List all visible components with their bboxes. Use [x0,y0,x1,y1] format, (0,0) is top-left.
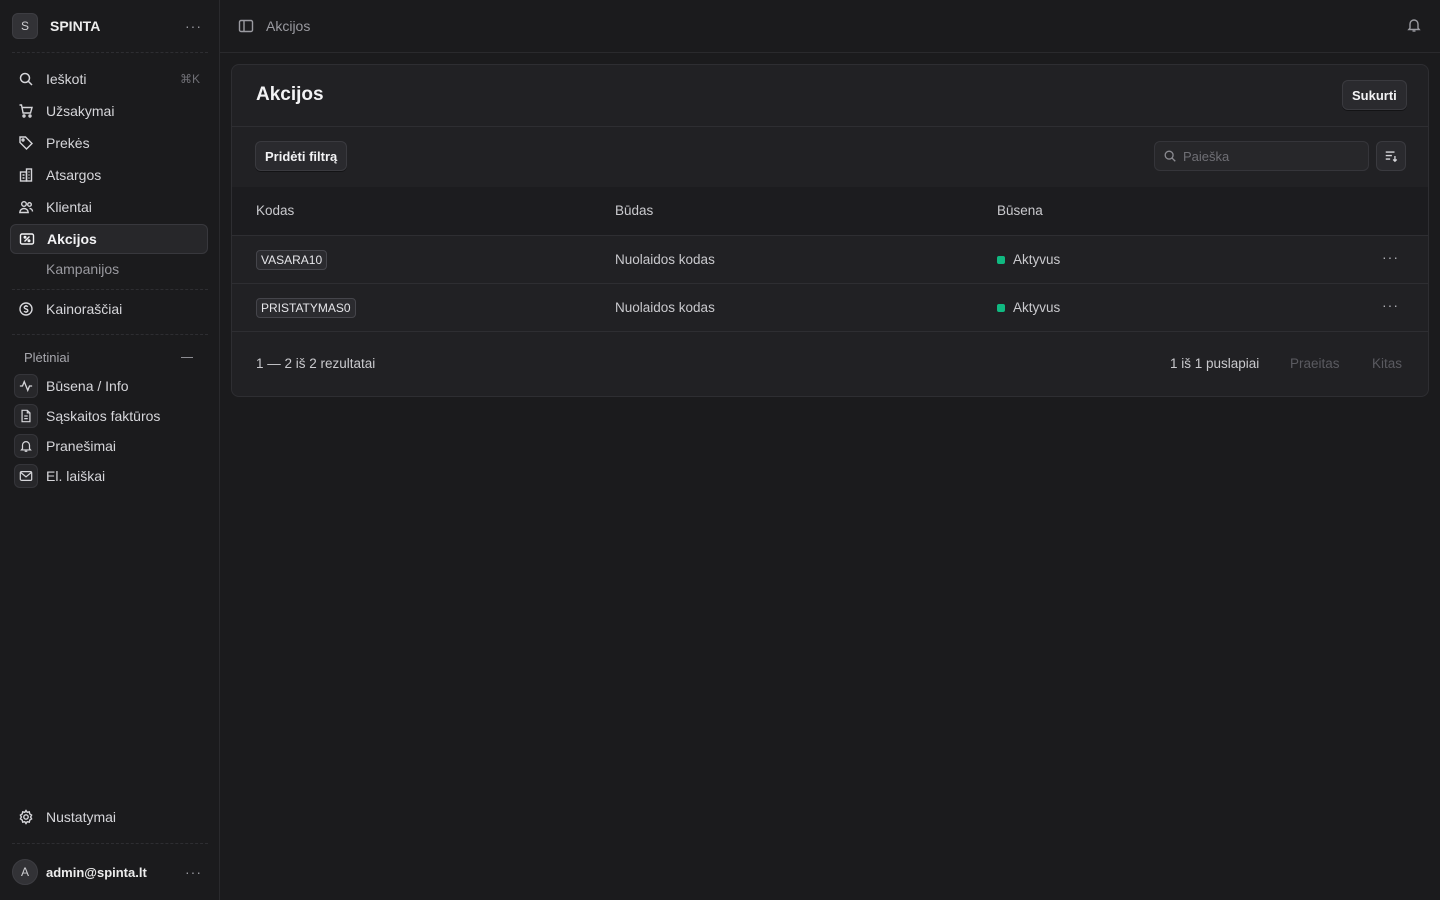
pagination-range: 1 — 2 iš 2 rezultatai [256,356,376,371]
status-cell: Aktyvus [1013,252,1061,267]
sidebar-item-products[interactable]: Prekės [10,128,208,158]
method-cell: Nuolaidos kodas [615,252,715,267]
activity-icon [14,374,38,398]
sidebar-item-settings[interactable]: Nustatymai [10,802,208,832]
row-actions-dots-icon[interactable]: ··· [1382,297,1399,313]
cart-icon [19,104,33,118]
sidebar-search-label: Ieškoti [46,71,87,87]
sidebar-divider [12,334,208,335]
pagination-prev-button[interactable]: Praeitas [1290,356,1340,371]
search-icon [19,72,33,86]
sidebar-ext-emails[interactable]: El. laiškai [14,463,208,489]
sidebar-ext-label: Pranešimai [46,438,117,454]
search-field[interactable] [1154,141,1369,171]
sidebar-ext-status[interactable]: Būsena / Info [14,373,208,399]
sidebar-ext-notifications[interactable]: Pranešimai [14,433,208,459]
method-cell: Nuolaidos kodas [615,300,715,315]
user-menu-dots-icon[interactable]: ··· [185,864,202,880]
promo-code-badge: VASARA10 [256,250,328,270]
status-dot-icon [997,304,1005,312]
create-button[interactable]: Sukurti [1342,80,1407,110]
sidebar-item-label: Kainoraščiai [46,301,123,317]
topbar: Akcijos [220,0,1440,53]
row-actions-dots-icon[interactable]: ··· [1382,249,1399,265]
extensions-section-title: Plėtiniai [24,350,70,365]
column-header-method[interactable]: Būdas [615,203,653,218]
bell-icon [14,434,38,458]
envelope-icon [14,464,38,488]
sidebar-divider [12,52,208,53]
sidebar-ext-label: Būsena / Info [46,378,129,394]
table-header: Kodas Būdas Būsena [232,187,1428,235]
sidebar-item-price-lists[interactable]: Kainoraščiai [10,294,208,324]
sidebar-item-inventory[interactable]: Atsargos [10,160,208,190]
buildings-icon [19,168,33,182]
pagination-next-button[interactable]: Kitas [1372,356,1402,371]
promotions-card: Akcijos Sukurti Pridėti filtrą Kodas Būd… [231,64,1429,397]
page-title: Akcijos [256,84,324,105]
search-shortcut: ⌘K [179,72,200,86]
tag-icon [19,136,33,150]
sidebar-item-label: Atsargos [46,167,102,183]
sidebar-item-label: Akcijos [47,231,97,247]
currency-icon [19,302,33,316]
sidebar-ext-invoices[interactable]: Sąskaitos faktūros [14,403,208,429]
avatar: A [12,859,38,885]
sidebar-subitem-campaigns[interactable]: Kampanijos [46,261,119,277]
store-menu-dots-icon[interactable]: ··· [185,18,202,34]
search-icon [1164,150,1176,162]
sort-button[interactable] [1376,141,1406,171]
sidebar-ext-label: El. laiškai [46,468,106,484]
sidebar-search[interactable]: Ieškoti ⌘K [10,64,208,94]
receipt-percent-icon [19,233,35,245]
search-input[interactable] [1183,148,1353,164]
divider [232,126,1428,127]
user-email: admin@spinta.lt [46,864,147,880]
sidebar-item-label: Klientai [46,199,92,215]
sidebar-divider [12,843,208,844]
sidebar: S SPINTA ··· Ieškoti ⌘K Užsakymai Prekės… [0,0,220,900]
sidebar-item-customers[interactable]: Klientai [10,192,208,222]
store-avatar: S [12,13,38,39]
status-dot-icon [997,256,1005,264]
notifications-bell-icon[interactable] [1406,17,1422,33]
column-header-code[interactable]: Kodas [256,203,294,218]
collapse-minus-icon[interactable] [181,357,193,358]
sidebar-item-label: Užsakymai [46,103,115,119]
store-switcher[interactable]: S SPINTA ··· [12,12,208,40]
sidebar-ext-label: Sąskaitos faktūros [46,408,161,424]
store-name: SPINTA [50,18,101,34]
table-row[interactable]: PRISTATYMAS0 Nuolaidos kodas Aktyvus ··· [232,284,1428,332]
pagination-pages: 1 iš 1 puslapiai [1170,356,1260,371]
divider [232,331,1428,332]
sidebar-item-label: Prekės [46,135,90,151]
user-menu[interactable]: A admin@spinta.lt ··· [12,859,208,885]
breadcrumb[interactable]: Akcijos [266,18,310,34]
sidebar-item-orders[interactable]: Užsakymai [10,96,208,126]
sidebar-item-label: Nustatymai [46,809,117,825]
status-cell: Aktyvus [1013,300,1061,315]
add-filter-button[interactable]: Pridėti filtrą [255,141,348,171]
sidebar-item-promotions[interactable]: Akcijos [10,224,208,254]
users-icon [19,201,34,214]
table-row[interactable]: VASARA10 Nuolaidos kodas Aktyvus ··· [232,236,1428,284]
sidebar-toggle-icon[interactable] [238,18,254,34]
gear-icon [19,809,33,825]
sidebar-divider [12,289,208,290]
promo-code-badge: PRISTATYMAS0 [256,298,356,318]
sort-icon [1385,151,1398,163]
document-icon [14,404,38,428]
column-header-status[interactable]: Būsena [997,203,1043,218]
